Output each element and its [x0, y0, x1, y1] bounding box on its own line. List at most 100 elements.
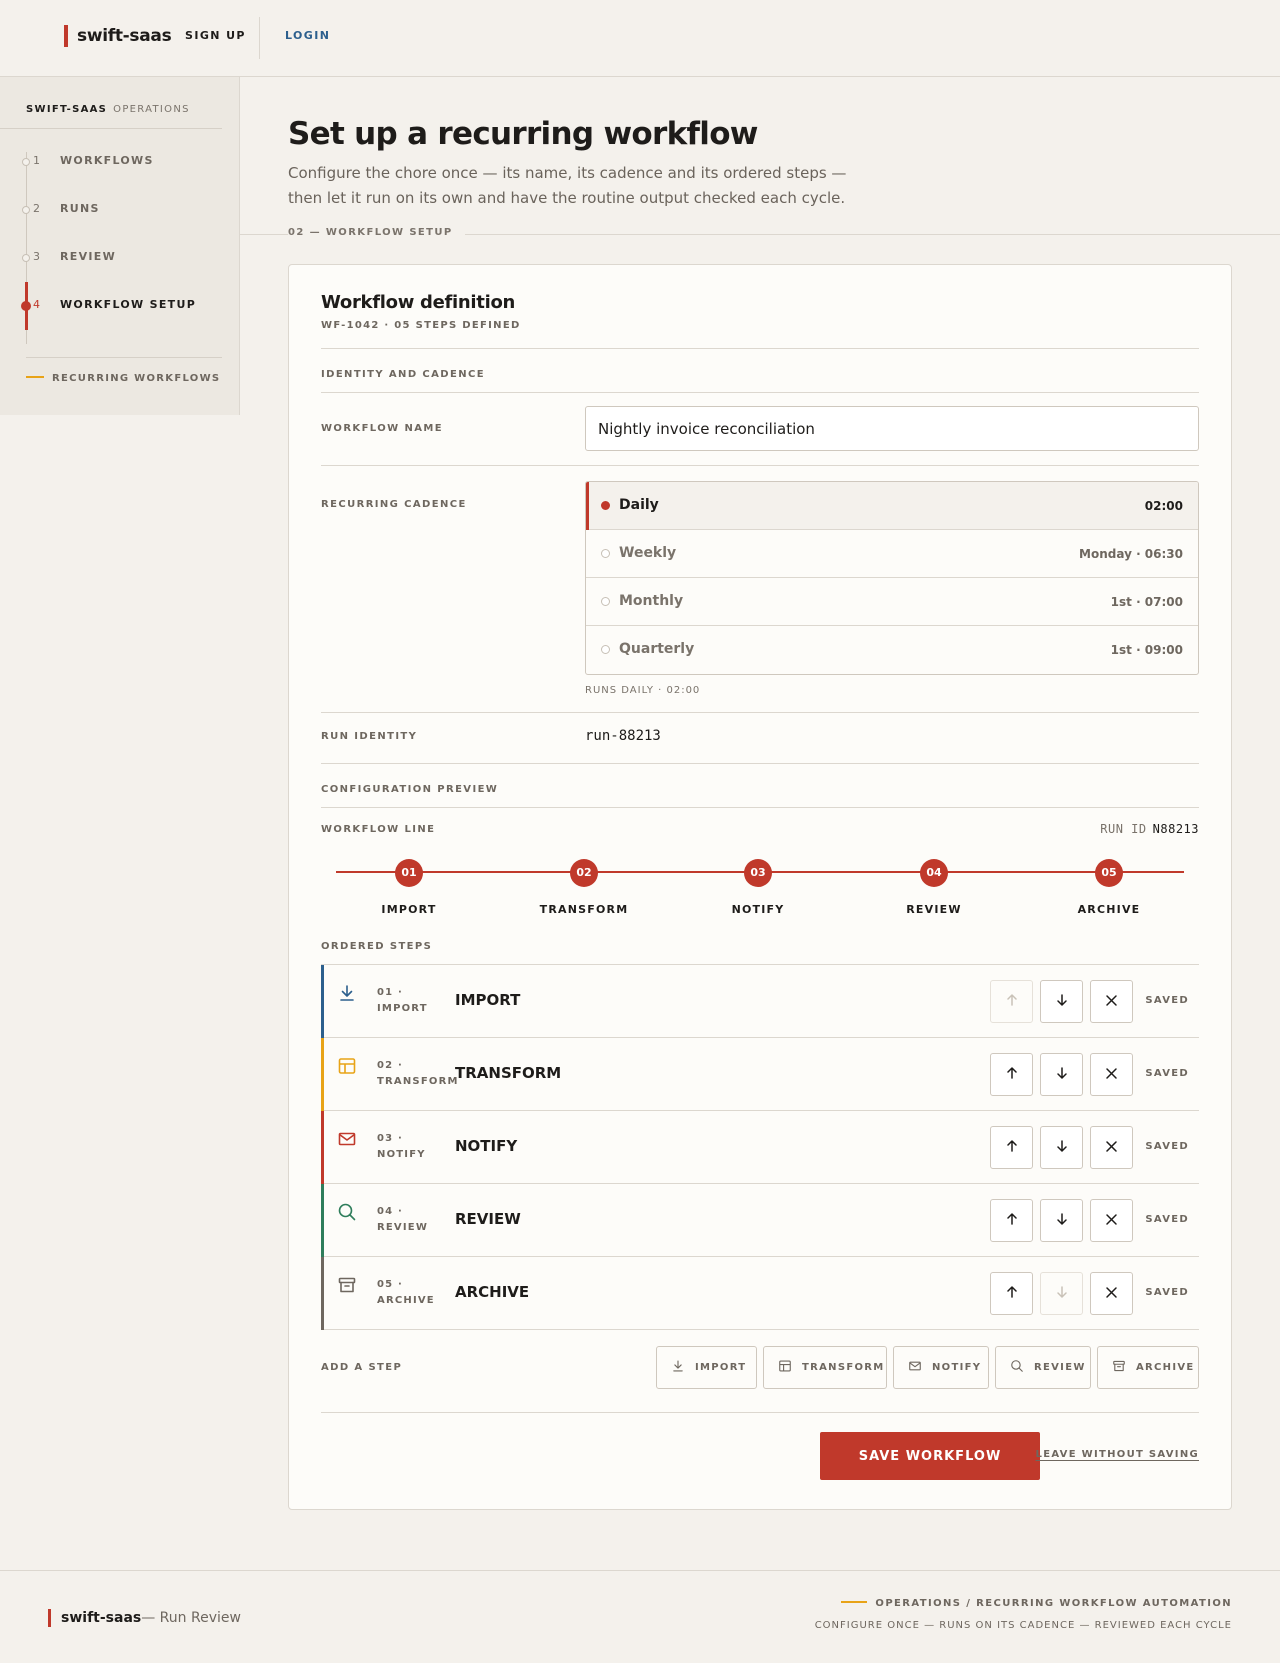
brand-logo[interactable]: swift-saas: [64, 25, 172, 47]
download-icon: [337, 983, 357, 1003]
page-title: Set up a recurring workflow: [288, 116, 758, 152]
step-row: 05 · ARCHIVE ARCHIVE SAVED: [321, 1257, 1199, 1330]
step-code-type: ARCHIVE: [377, 1295, 435, 1306]
close-icon: [1105, 1138, 1118, 1157]
remove-step-button[interactable]: [1090, 980, 1133, 1023]
add-step-archive-button[interactable]: ARCHIVE: [1097, 1346, 1199, 1389]
step-title: IMPORT: [455, 991, 521, 1009]
mail-icon: [337, 1129, 357, 1149]
step-status: SAVED: [1145, 1068, 1189, 1079]
move-down-button[interactable]: [1040, 1272, 1083, 1315]
save-workflow-button[interactable]: SAVE WORKFLOW: [820, 1432, 1040, 1480]
close-icon: [1105, 1065, 1118, 1084]
step-accent: [321, 1111, 324, 1184]
cadence-option-name: Quarterly: [619, 641, 695, 657]
arrow-up-icon: [1005, 1138, 1019, 1157]
move-down-button[interactable]: [1040, 1053, 1083, 1096]
divider: [321, 712, 1199, 713]
cadence-option-weekly[interactable]: Weekly Monday · 06:30: [586, 530, 1198, 578]
sidebar-section: OPERATIONS: [113, 104, 190, 115]
dash-mark: [26, 376, 44, 378]
add-step-label: TRANSFORM: [802, 1362, 885, 1373]
step-code-type: REVIEW: [377, 1222, 429, 1233]
sidebar-item-workflows[interactable]: 1 WORKFLOWS: [22, 138, 226, 186]
run-id-value: N88213: [1152, 822, 1199, 836]
step-code-type: IMPORT: [377, 1003, 428, 1014]
sidebar-item-review[interactable]: 3 REVIEW: [22, 234, 226, 282]
arrow-down-icon: [1055, 992, 1069, 1011]
add-step-review-button[interactable]: REVIEW: [995, 1346, 1091, 1389]
footer: swift-saas— Run Review OPERATIONS / RECU…: [0, 1570, 1280, 1663]
footer-line1-text: OPERATIONS / RECURRING WORKFLOW AUTOMATI…: [875, 1598, 1232, 1609]
pipeline-node: 05: [1095, 859, 1123, 887]
top-bar: swift-saas SIGN UP LOGIN: [0, 0, 1280, 77]
add-step-transform-button[interactable]: TRANSFORM: [763, 1346, 887, 1389]
radio-button[interactable]: [601, 549, 610, 558]
mail-icon: [908, 1359, 932, 1376]
run-identity-label: RUN IDENTITY: [321, 731, 418, 742]
move-down-button[interactable]: [1040, 1126, 1083, 1169]
radio-button[interactable]: [601, 597, 610, 606]
pipeline-node: 04: [920, 859, 948, 887]
page-lead: Configure the chore once — its name, its…: [288, 164, 847, 207]
step-row: 03 · NOTIFY NOTIFY SAVED: [321, 1111, 1199, 1184]
remove-step-button[interactable]: [1090, 1272, 1133, 1315]
workflow-name-input[interactable]: [585, 406, 1199, 451]
move-up-button[interactable]: [990, 1126, 1033, 1169]
move-down-button[interactable]: [1040, 980, 1083, 1023]
sidebar-item-number: 3: [33, 250, 40, 263]
add-step-label: IMPORT: [695, 1362, 747, 1373]
step-status: SAVED: [1145, 1287, 1189, 1298]
sidebar-item-runs[interactable]: 2 RUNS: [22, 186, 226, 234]
sidebar-footer-link[interactable]: RECURRING WORKFLOWS: [26, 373, 220, 384]
sidebar-header: SWIFT-SAAS OPERATIONS: [26, 104, 190, 115]
step-accent: [321, 1038, 324, 1111]
arrow-up-icon: [1005, 1065, 1019, 1084]
leave-without-saving-link[interactable]: LEAVE WITHOUT SAVING: [1036, 1449, 1199, 1460]
cadence-option-quarterly[interactable]: Quarterly 1st · 09:00: [586, 626, 1198, 674]
sidebar-item-number: 4: [33, 298, 40, 311]
cadence-option-monthly[interactable]: Monthly 1st · 07:00: [586, 578, 1198, 626]
footer-line1: OPERATIONS / RECURRING WORKFLOW AUTOMATI…: [841, 1598, 1232, 1609]
radio-button[interactable]: [601, 645, 610, 654]
move-up-button[interactable]: [990, 980, 1033, 1023]
sidebar-item-number: 1: [33, 154, 40, 167]
step-title: NOTIFY: [455, 1137, 518, 1155]
add-step-notify-button[interactable]: NOTIFY: [893, 1346, 989, 1389]
archive-icon: [1112, 1359, 1136, 1376]
cadence-option-daily[interactable]: Daily 02:00: [586, 482, 1198, 530]
step-title: REVIEW: [455, 1210, 521, 1228]
close-icon: [1105, 1211, 1118, 1230]
move-down-button[interactable]: [1040, 1199, 1083, 1242]
cadence-selector: Daily 02:00 Weekly Monday · 06:30 Monthl…: [585, 481, 1199, 675]
nav-divider: [259, 17, 260, 59]
sidebar-item-label: REVIEW: [60, 250, 117, 263]
step-code-number: 04 ·: [377, 1206, 403, 1217]
arrow-down-icon: [1055, 1138, 1069, 1157]
step-code-number: 05 ·: [377, 1279, 403, 1290]
table-icon: [337, 1056, 357, 1076]
divider: [321, 763, 1199, 764]
arrow-down-icon: [1055, 1065, 1069, 1084]
sidebar-item-label: RUNS: [60, 202, 100, 215]
add-step-import-button[interactable]: IMPORT: [656, 1346, 757, 1389]
run-identity-value: run-88213: [585, 728, 661, 744]
move-up-button[interactable]: [990, 1053, 1033, 1096]
remove-step-button[interactable]: [1090, 1053, 1133, 1096]
identity-group-label: IDENTITY AND CADENCE: [321, 369, 485, 380]
radio-button[interactable]: [601, 501, 610, 510]
step-row: 01 · IMPORT IMPORT SAVED: [321, 965, 1199, 1038]
footer-brand-subtitle: — Run Review: [141, 1610, 241, 1626]
move-up-button[interactable]: [990, 1272, 1033, 1315]
nav-signup-link[interactable]: SIGN UP: [185, 29, 246, 42]
preview-group-label: CONFIGURATION PREVIEW: [321, 784, 499, 795]
download-icon: [671, 1359, 695, 1376]
remove-step-button[interactable]: [1090, 1126, 1133, 1169]
pipeline-node: 01: [395, 859, 423, 887]
ordered-steps-label: ORDERED STEPS: [321, 941, 433, 952]
sidebar-item-workflow-setup[interactable]: 4 WORKFLOW SETUP: [21, 282, 226, 330]
nav-login-link[interactable]: LOGIN: [285, 29, 330, 42]
dash-mark: [841, 1600, 868, 1603]
remove-step-button[interactable]: [1090, 1199, 1133, 1242]
move-up-button[interactable]: [990, 1199, 1033, 1242]
